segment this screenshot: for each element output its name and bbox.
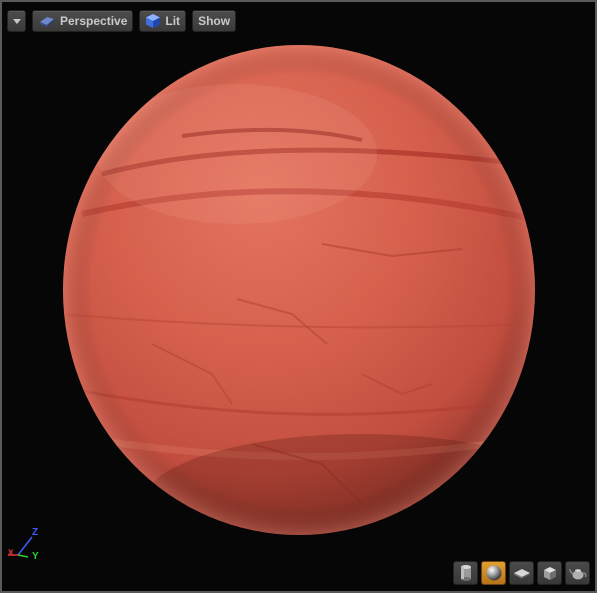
viewport-toolbar: Perspective Lit Show: [7, 10, 237, 32]
plane-icon: [513, 566, 531, 580]
preview-sphere-button[interactable]: [481, 561, 506, 585]
sphere-icon: [485, 564, 503, 582]
perspective-label: Perspective: [60, 14, 128, 28]
preview-mesh-toolbar: [453, 561, 590, 585]
material-preview-viewport[interactable]: Perspective Lit Show x Y Z: [0, 0, 597, 593]
sphere-render: [63, 45, 535, 535]
z-axis-line: [17, 536, 33, 556]
cylinder-icon: [458, 564, 474, 582]
perspective-button[interactable]: Perspective: [32, 10, 134, 32]
perspective-cube-icon: [38, 14, 56, 28]
material-preview-sphere[interactable]: [62, 44, 536, 536]
lit-button[interactable]: Lit: [139, 10, 187, 32]
axis-y-label: Y: [32, 551, 39, 562]
viewport-options-dropdown[interactable]: [7, 10, 26, 32]
axis-x-label: x: [8, 547, 14, 558]
y-axis-line: [17, 554, 29, 558]
lit-sphere-icon: [145, 13, 161, 29]
teapot-icon: [568, 565, 587, 581]
show-label: Show: [198, 14, 231, 28]
cube-icon: [542, 565, 558, 581]
preview-custom-mesh-button[interactable]: [565, 561, 590, 585]
preview-cylinder-button[interactable]: [453, 561, 478, 585]
lit-label: Lit: [165, 14, 181, 28]
preview-plane-button[interactable]: [509, 561, 534, 585]
chevron-down-icon: [12, 18, 21, 24]
axis-z-label: Z: [32, 527, 39, 538]
axis-gizmo: x Y Z: [6, 527, 48, 567]
preview-cube-button[interactable]: [537, 561, 562, 585]
show-button[interactable]: Show: [192, 10, 237, 32]
